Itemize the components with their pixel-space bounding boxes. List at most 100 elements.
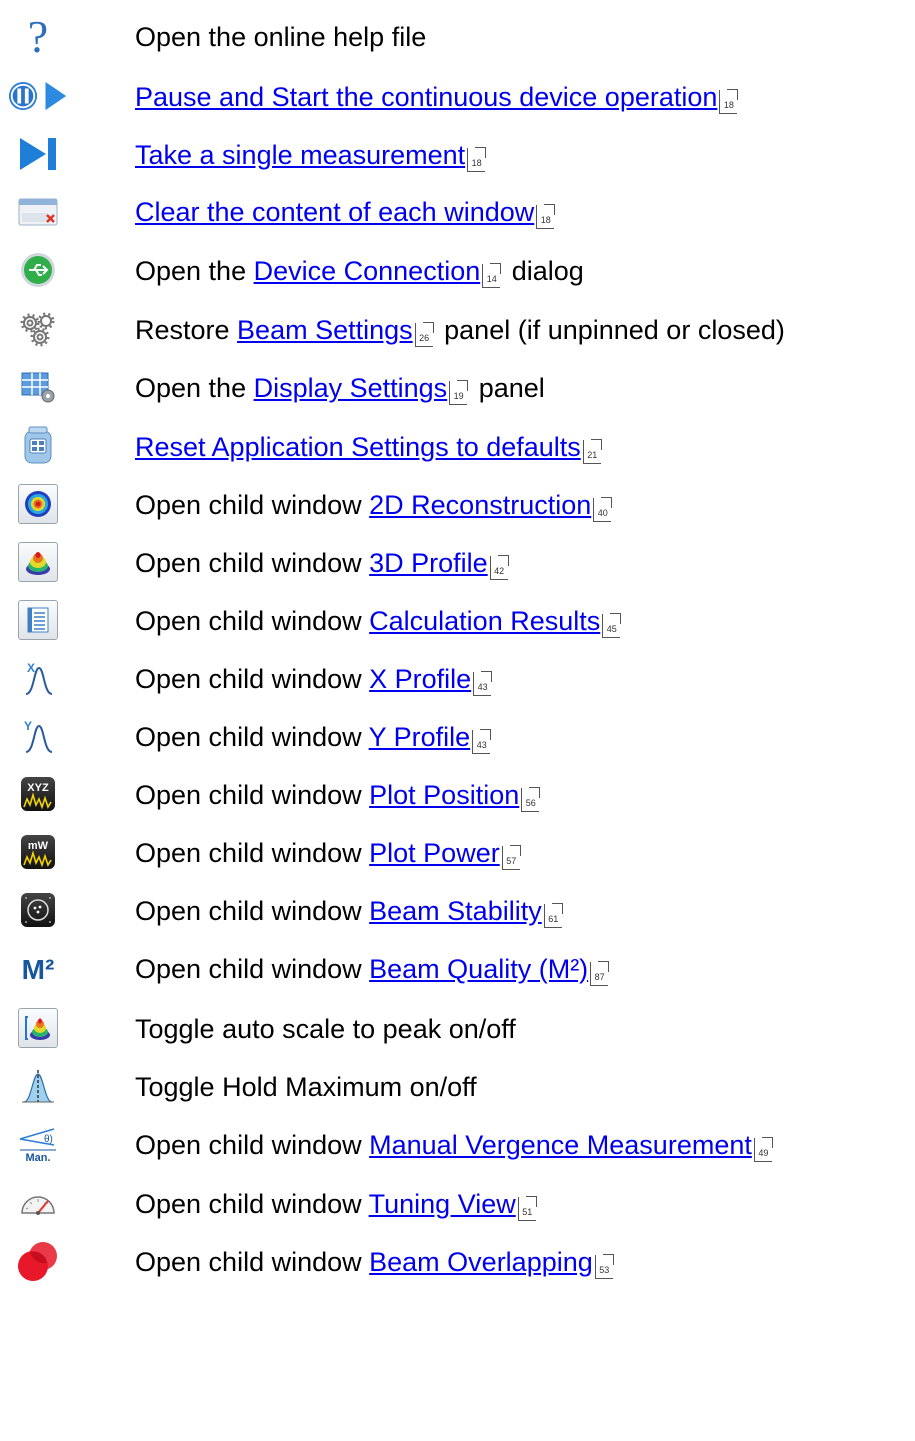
- help-topic-link[interactable]: Reset Application Settings to defaults: [135, 432, 581, 462]
- m2-label: M²: [22, 954, 55, 985]
- page-reference-badge[interactable]: 18: [467, 147, 487, 172]
- help-topic-link[interactable]: Plot Position: [369, 780, 519, 810]
- help-topic-link[interactable]: Display Settings: [254, 373, 448, 403]
- description-text: Open child window: [135, 490, 370, 520]
- hold-maximum-icon: [8, 1064, 68, 1108]
- mw-label: mW: [28, 840, 49, 852]
- page-reference-badge[interactable]: 51: [517, 1196, 537, 1221]
- help-topic-link[interactable]: Clear the content of each window: [135, 197, 534, 227]
- help-topic-link[interactable]: 2D Reconstruction: [369, 490, 591, 520]
- legend-row: Clear the content of each window 18: [0, 183, 915, 241]
- auto-scale-icon: [8, 1006, 68, 1050]
- plot-position-icon: XYZ: [8, 772, 68, 816]
- help-topic-link[interactable]: Plot Power: [369, 838, 500, 868]
- description-text: Open the: [135, 373, 254, 403]
- description-text: Open child window: [135, 664, 370, 694]
- page-reference-badge[interactable]: 57: [501, 845, 521, 870]
- description-text: Open child window: [135, 722, 369, 752]
- page-reference-badge[interactable]: 18: [719, 89, 739, 114]
- display-settings-icon: [8, 365, 68, 409]
- page-reference-badge[interactable]: 43: [472, 729, 492, 754]
- page-reference-badge[interactable]: 87: [590, 961, 610, 986]
- legend-row: Open the Display Settings 19 panel: [0, 359, 915, 417]
- description-text: Toggle auto scale to peak on/off: [135, 1014, 516, 1044]
- beam-overlapping-icon: [8, 1239, 68, 1283]
- y-profile-icon: Y: [8, 714, 68, 758]
- page-reference-badge[interactable]: 45: [602, 613, 622, 638]
- theta-label: θ): [44, 1134, 53, 1145]
- help-topic-link[interactable]: Manual Vergence Measurement: [369, 1130, 752, 1160]
- description-text: Restore: [135, 315, 238, 345]
- help-topic-link[interactable]: Device Connection: [254, 256, 481, 286]
- calculation-list-icon: [8, 598, 68, 642]
- page-reference-badge[interactable]: 56: [521, 787, 541, 812]
- help-topic-link[interactable]: Y Profile: [369, 722, 471, 752]
- legend-row: Toggle Hold Maximum on/off: [0, 1058, 915, 1116]
- legend-row: Open child window Tuning View 51: [0, 1175, 915, 1233]
- legend-row: Restore Beam Settings 26 panel (if unpinn…: [0, 301, 915, 359]
- legend-description: Open child window Beam Stability 61: [135, 895, 566, 928]
- profile-3d-icon: [8, 540, 68, 584]
- help-topic-link[interactable]: Pause and Start the continuous device op…: [135, 82, 717, 112]
- legend-description: Open the online help file: [135, 21, 426, 53]
- description-text: Open the online help file: [135, 22, 427, 52]
- description-text: panel (if unpinned or closed): [436, 315, 785, 345]
- help-topic-link[interactable]: Beam Quality (M²): [369, 954, 588, 984]
- legend-description: Open child window Manual Vergence Measur…: [135, 1129, 776, 1162]
- legend-description: Open child window Beam Overlapping 53: [135, 1246, 617, 1279]
- page-reference-badge[interactable]: 42: [489, 555, 509, 580]
- legend-row: Take a single measurement 18: [0, 126, 915, 184]
- description-text: dialog: [504, 256, 584, 286]
- x-profile-icon: X: [8, 656, 68, 700]
- page-reference-badge[interactable]: 14: [482, 263, 502, 288]
- description-text: Open child window: [135, 606, 370, 636]
- page-reference-badge[interactable]: 18: [536, 204, 556, 229]
- description-text: Open child window: [135, 954, 370, 984]
- legend-row: X Open child window X Profile 43: [0, 650, 915, 708]
- help-topic-link[interactable]: Tuning View: [369, 1189, 516, 1219]
- page-reference-badge[interactable]: 61: [543, 903, 563, 928]
- description-text: Toggle Hold Maximum on/off: [135, 1072, 477, 1102]
- help-topic-link[interactable]: Beam Stability: [369, 896, 542, 926]
- legend-row: Pause and Start the continuous device op…: [0, 68, 915, 126]
- legend-description: Open child window X Profile 43: [135, 663, 495, 696]
- legend-description: Open child window Y Profile 43: [135, 721, 494, 754]
- legend-description: Open child window Plot Power 57: [135, 837, 524, 870]
- legend-description: Open child window Beam Quality (M²) 87: [135, 953, 612, 986]
- page-reference-badge[interactable]: 49: [753, 1137, 773, 1162]
- target-2d-icon: [8, 482, 68, 526]
- page-reference-badge[interactable]: 40: [593, 497, 613, 522]
- help-topic-link[interactable]: Beam Settings: [237, 315, 413, 345]
- legend-description: Clear the content of each window 18: [135, 196, 558, 229]
- help-topic-link[interactable]: Take a single measurement: [135, 140, 465, 170]
- description-text: Open child window: [135, 1247, 370, 1277]
- clear-window-icon: [8, 189, 68, 233]
- legend-row: Toggle auto scale to peak on/off: [0, 1000, 915, 1058]
- page-reference-badge[interactable]: 43: [473, 671, 493, 696]
- help-topic-link[interactable]: Calculation Results: [369, 606, 600, 636]
- legend-row: Open child window Beam Stability 61: [0, 882, 915, 940]
- legend-description: Open child window Plot Position 56: [135, 779, 543, 812]
- help-topic-link[interactable]: X Profile: [369, 664, 471, 694]
- pause-play-icon: [8, 74, 68, 118]
- help-topic-link[interactable]: Beam Overlapping: [369, 1247, 593, 1277]
- description-text: Open the: [135, 256, 254, 286]
- beam-stability-icon: [8, 888, 68, 932]
- description-text: Open child window: [135, 548, 370, 578]
- page-reference-badge[interactable]: 21: [582, 439, 602, 464]
- help-topic-link[interactable]: 3D Profile: [369, 548, 488, 578]
- help-icon: ?: [8, 14, 68, 58]
- page-reference-badge[interactable]: 53: [594, 1254, 614, 1279]
- legend-description: Open child window Tuning View 51: [135, 1188, 540, 1221]
- single-step-icon: [8, 132, 68, 176]
- description-text: panel: [471, 373, 545, 403]
- legend-row: ? Open the online help file: [0, 8, 915, 66]
- legend-description: Open child window 3D Profile 42: [135, 547, 512, 580]
- plot-power-icon: mW: [8, 830, 68, 874]
- legend-row: θ) Man. Open child window Manual Vergence …: [0, 1116, 915, 1174]
- legend-row: mW Open child window Plot Power 57: [0, 824, 915, 882]
- page-reference-badge[interactable]: 26: [414, 322, 434, 347]
- legend-description: Reset Application Settings to defaults 21: [135, 431, 605, 464]
- legend-row: Open child window Calculation Results 45: [0, 592, 915, 650]
- page-reference-badge[interactable]: 19: [449, 380, 469, 405]
